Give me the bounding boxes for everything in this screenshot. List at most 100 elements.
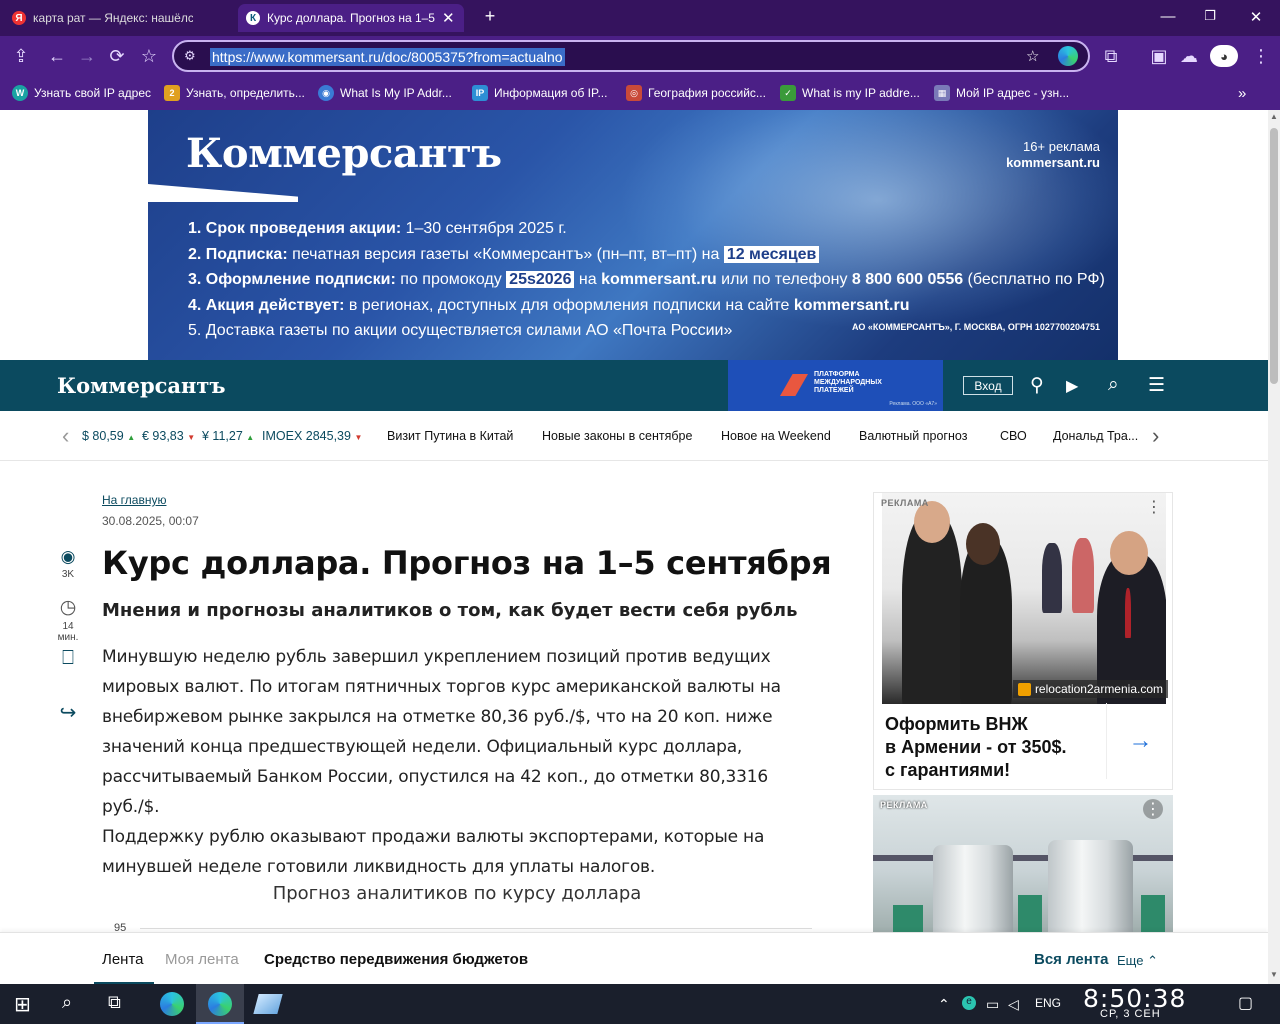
system-date[interactable]: СР, 3 СЕН bbox=[1100, 1008, 1161, 1020]
browser-tab-bar: Я карта рат — Яндекс: нашёлся 1 млн К Ку… bbox=[0, 0, 1280, 36]
ad-domain-icon bbox=[1017, 682, 1031, 696]
geography-icon: ◎ bbox=[626, 85, 642, 101]
back-icon[interactable]: ← bbox=[46, 45, 68, 67]
search-icon[interactable]: ⌕ bbox=[1108, 374, 1119, 396]
scroll-down-icon[interactable]: ▼ bbox=[1270, 970, 1278, 979]
task-view-icon[interactable]: ⧉ bbox=[108, 992, 121, 1013]
bookmarks-more-button[interactable]: » bbox=[1238, 83, 1246, 103]
site-header: Коммерсантъ ПЛАТФОРМА МЕЖДУНАРОДНЫХ ПЛАТ… bbox=[0, 360, 1268, 411]
network-icon[interactable]: ▭ bbox=[986, 996, 999, 1013]
active-browser-taskbar-item[interactable] bbox=[196, 984, 244, 1024]
banner-logo: Коммерсантъ bbox=[186, 130, 502, 177]
bookmark-item[interactable]: ✓ What is my IP addre... bbox=[780, 83, 920, 103]
all-feed-link[interactable]: Вся лента bbox=[1034, 951, 1109, 968]
notifications-icon[interactable]: ▢ bbox=[1238, 993, 1253, 1013]
minimize-icon[interactable]: — bbox=[1158, 8, 1178, 25]
bookmark-item[interactable]: IP Информация об IP... bbox=[472, 83, 607, 103]
ad-menu-icon[interactable]: ⋮ bbox=[1146, 497, 1162, 517]
cny-rate[interactable]: ¥ 11,27 ▲ bbox=[202, 429, 254, 443]
tab-my-feed[interactable]: Моя лента bbox=[165, 951, 239, 968]
bookmark-item[interactable]: ▦ Мой IP адрес - узн... bbox=[934, 83, 1069, 103]
globe-icon: ◉ bbox=[318, 85, 334, 101]
restore-icon[interactable]: ❐ bbox=[1200, 8, 1220, 24]
reload-icon[interactable]: ⟳ bbox=[106, 45, 128, 67]
ticker-link[interactable]: Дональд Тра... bbox=[1053, 429, 1138, 443]
tab-yandex[interactable]: Я карта рат — Яндекс: нашёлся 1 млн bbox=[4, 4, 236, 32]
address-bar[interactable]: ⚙ https://www.kommersant.ru/doc/8005375?… bbox=[172, 40, 1090, 72]
bookmark-star-icon[interactable]: ☆ bbox=[1026, 47, 1039, 65]
bookmark-item[interactable]: W Узнать свой IP адрес bbox=[12, 83, 151, 103]
extension-icon[interactable] bbox=[1058, 46, 1078, 66]
new-tab-button[interactable]: + bbox=[480, 6, 500, 27]
tab-feed[interactable]: Лента bbox=[102, 951, 144, 968]
location-pin-icon[interactable]: ⚲ bbox=[1030, 374, 1044, 397]
bookmark-icon[interactable]: ⎕ bbox=[52, 647, 84, 670]
chevron-left-icon[interactable]: ‹ bbox=[62, 423, 69, 449]
bookmark-item[interactable]: ◉ What Is My IP Addr... bbox=[318, 83, 452, 103]
eur-rate[interactable]: € 93,83 ▼ bbox=[142, 429, 195, 443]
usd-rate[interactable]: $ 80,59 ▲ bbox=[82, 429, 135, 443]
ticker-link[interactable]: Новое на Weekend bbox=[721, 429, 831, 443]
windows-start-icon[interactable]: ⊞ bbox=[14, 992, 31, 1017]
chevron-up-icon: ⌃ bbox=[1147, 953, 1158, 968]
imoex-index[interactable]: IMOEX 2845,39 ▼ bbox=[262, 429, 362, 443]
favorite-star-icon[interactable]: ☆ bbox=[138, 45, 160, 67]
chevron-right-icon[interactable]: › bbox=[1152, 423, 1159, 449]
sidebar-ad-armenia[interactable]: РЕКЛАМА ⋮ relocation2armenia.com Оформит… bbox=[873, 492, 1173, 790]
bookmarks-bar: W Узнать свой IP адрес 2 Узнать, определ… bbox=[0, 76, 1280, 110]
url-text[interactable]: https://www.kommersant.ru/doc/8005375?fr… bbox=[210, 48, 565, 66]
bookmark-item[interactable]: ◎ География российс... bbox=[626, 83, 766, 103]
scrollbar-thumb[interactable] bbox=[1270, 128, 1278, 384]
edge-browser-icon[interactable] bbox=[160, 992, 184, 1016]
forward-icon[interactable]: → bbox=[76, 45, 98, 67]
search-icon[interactable]: ⌕ bbox=[62, 992, 72, 1013]
notepad-icon[interactable] bbox=[253, 994, 283, 1014]
collections-icon[interactable]: ⧉ bbox=[1100, 45, 1122, 67]
page-scrollbar[interactable]: ▲ ▼ bbox=[1268, 110, 1280, 984]
tray-expand-icon[interactable]: ⌃ bbox=[938, 996, 950, 1013]
tab-kommersant[interactable]: К Курс доллара. Прогноз на 1–5 се ✕ bbox=[238, 4, 464, 32]
tv-icon[interactable]: ▶ bbox=[1066, 376, 1078, 396]
scroll-up-icon[interactable]: ▲ bbox=[1270, 112, 1278, 121]
read-time: ◷ 14 мин. bbox=[52, 596, 84, 643]
bookmark-item[interactable]: 2 Узнать, определить... bbox=[164, 83, 305, 103]
profile-incognito-icon[interactable]: ◕ bbox=[1210, 45, 1238, 67]
close-tab-icon[interactable]: ✕ bbox=[442, 9, 455, 27]
ip-info-icon: IP bbox=[472, 85, 488, 101]
feed-headline[interactable]: Средство передвижения бюджетов bbox=[264, 951, 528, 968]
ticker-link[interactable]: СВО bbox=[1000, 429, 1027, 443]
banner-age-label: 16+ реклама kommersant.ru bbox=[1006, 139, 1100, 170]
menu-dots-icon[interactable]: ⋮ bbox=[1250, 45, 1272, 67]
language-indicator[interactable]: ENG bbox=[1035, 996, 1061, 1010]
promo-banner[interactable]: Коммерсантъ 16+ реклама kommersant.ru 1.… bbox=[148, 110, 1118, 360]
tab-title: карта рат — Яндекс: нашёлся 1 млн bbox=[33, 11, 193, 25]
cloud-upload-icon[interactable]: ☁ bbox=[1178, 45, 1200, 67]
bookmark-2ip-icon: 2 bbox=[164, 85, 180, 101]
browser-icon bbox=[208, 992, 232, 1016]
ad-text: Оформить ВНЖ в Армении - от 350$. с гара… bbox=[885, 714, 1067, 780]
header-ad[interactable]: ПЛАТФОРМА МЕЖДУНАРОДНЫХ ПЛАТЕЖЕЙ Реклама… bbox=[728, 360, 943, 411]
a7-logo-icon bbox=[780, 374, 808, 396]
ad-menu-icon[interactable]: ⋮ bbox=[1143, 799, 1163, 819]
login-button[interactable]: Вход bbox=[963, 376, 1013, 395]
site-logo[interactable]: Коммерсантъ bbox=[57, 373, 226, 398]
sidebar-toggle-icon[interactable]: ⇪ bbox=[10, 45, 32, 67]
news-feed-bar: Лента Моя лента Средство передвижения бю… bbox=[0, 932, 1268, 984]
breadcrumb[interactable]: На главную bbox=[102, 493, 166, 507]
hamburger-menu-icon[interactable]: ☰ bbox=[1148, 374, 1165, 397]
more-button[interactable]: Еще ⌃ bbox=[1117, 953, 1158, 969]
web-page: Коммерсантъ 16+ реклама kommersant.ru 1.… bbox=[0, 110, 1268, 984]
body-line: значений конца предшествующей недели. Оф… bbox=[102, 737, 743, 757]
volume-icon[interactable]: ◁ bbox=[1008, 996, 1019, 1013]
tray-app-icon[interactable]: e bbox=[962, 996, 976, 1010]
split-screen-icon[interactable]: ▣ bbox=[1148, 45, 1170, 67]
site-info-icon[interactable]: ⚙ bbox=[184, 48, 196, 64]
ticker-link[interactable]: Валютный прогноз bbox=[859, 429, 967, 443]
ticker-link[interactable]: Визит Путина в Китай bbox=[387, 429, 513, 443]
ticker-link[interactable]: Новые законы в сентябре bbox=[542, 429, 692, 443]
share-icon[interactable]: ↪ bbox=[52, 700, 84, 725]
body-line: внебиржевом рынке закрылся на отметке 80… bbox=[102, 707, 773, 727]
arrow-right-icon[interactable]: → bbox=[1106, 703, 1174, 779]
body-line: Минувшую неделю рубль завершил укреплени… bbox=[102, 647, 771, 667]
close-window-icon[interactable]: ✕ bbox=[1246, 8, 1266, 26]
